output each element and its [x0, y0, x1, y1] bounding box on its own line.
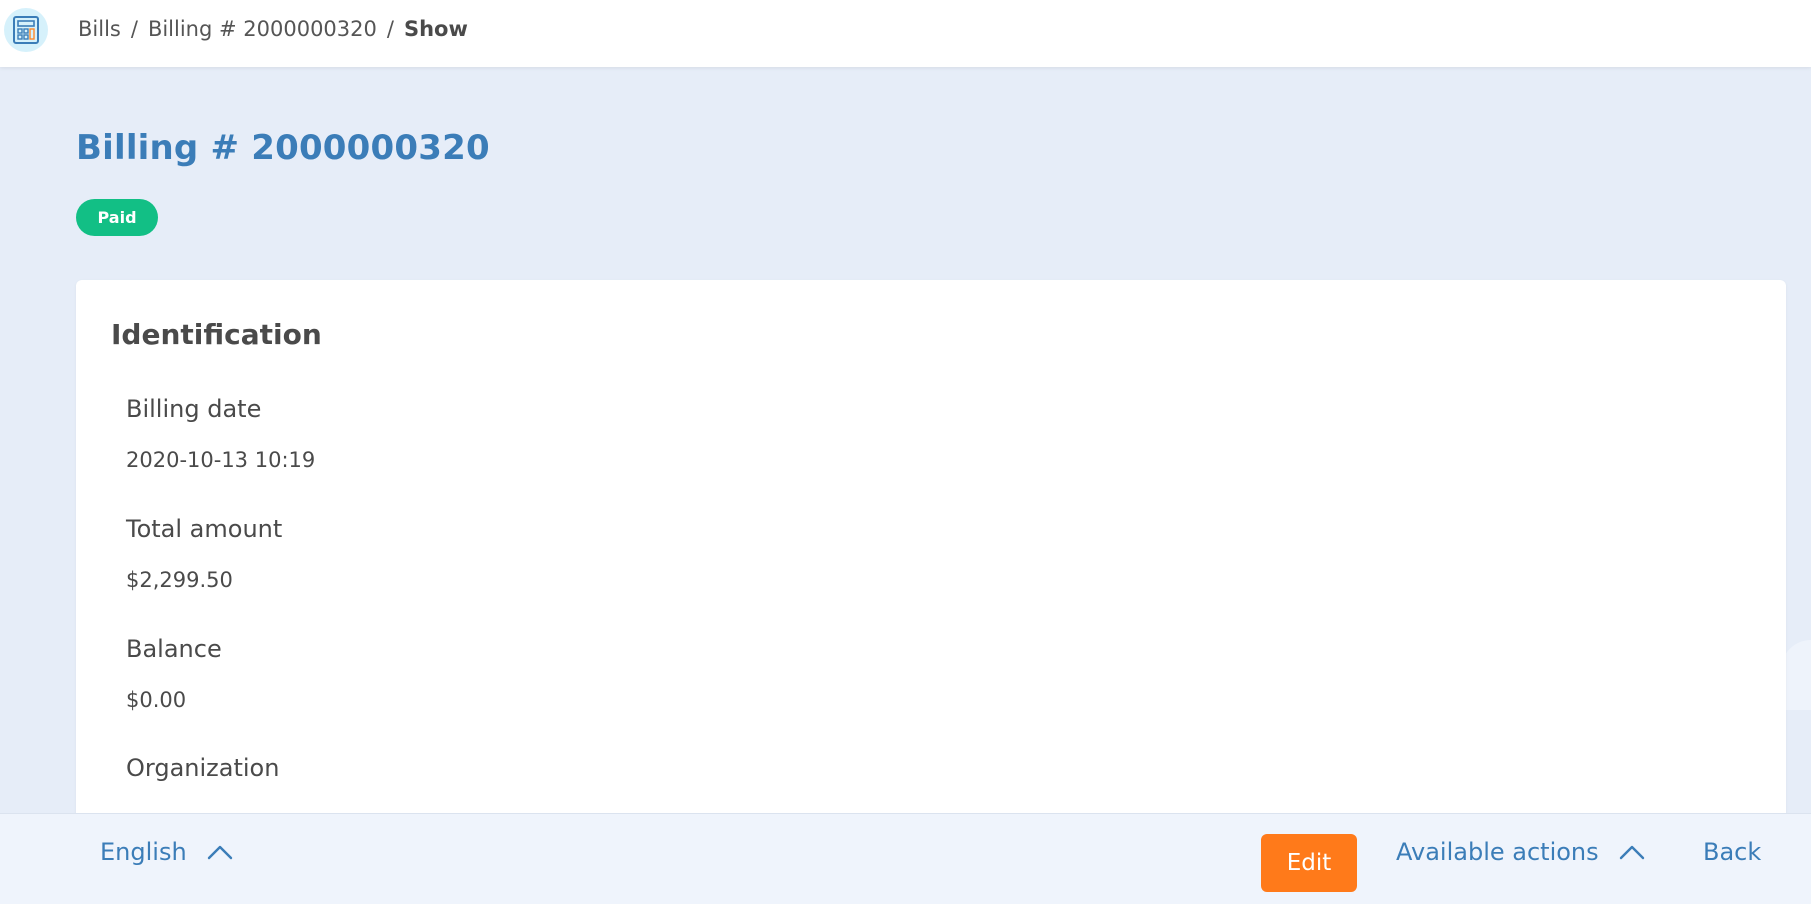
breadcrumb-bills[interactable]: Bills — [78, 17, 121, 41]
breadcrumb-separator: / — [130, 17, 138, 41]
edit-button[interactable]: Edit — [1261, 834, 1357, 892]
available-actions-menu[interactable]: Available actions — [1396, 838, 1645, 866]
chevron-up-icon — [207, 844, 233, 860]
organization-label: Organization — [126, 754, 280, 782]
balance-value: $0.00 — [126, 688, 187, 712]
section-title: Identification — [111, 318, 322, 351]
total-amount-value: $2,299.50 — [126, 568, 233, 592]
breadcrumb-current: Show — [403, 17, 468, 41]
page-title: Billing # 2000000320 — [76, 128, 490, 168]
breadcrumb: Bills / Billing # 2000000320 / Show — [78, 0, 468, 58]
total-amount-label: Total amount — [126, 515, 283, 543]
breadcrumb-billing[interactable]: Billing # 2000000320 — [148, 17, 377, 41]
available-actions-label: Available actions — [1396, 838, 1599, 866]
chevron-up-icon — [1619, 844, 1645, 860]
status-badge: Paid — [76, 199, 158, 236]
billing-date-value: 2020-10-13 10:19 — [126, 448, 316, 472]
calculator-icon[interactable] — [4, 8, 48, 52]
top-bar: Bills / Billing # 2000000320 / Show — [0, 0, 1811, 67]
billing-date-label: Billing date — [126, 395, 262, 423]
back-link[interactable]: Back — [1703, 838, 1761, 866]
footer-bar: English Edit Available actions Back — [0, 813, 1811, 904]
balance-label: Balance — [126, 635, 222, 663]
language-label: English — [100, 838, 187, 866]
breadcrumb-separator: / — [386, 17, 394, 41]
language-selector[interactable]: English — [100, 838, 233, 866]
identification-card: Identification Billing date 2020-10-13 1… — [76, 280, 1786, 840]
